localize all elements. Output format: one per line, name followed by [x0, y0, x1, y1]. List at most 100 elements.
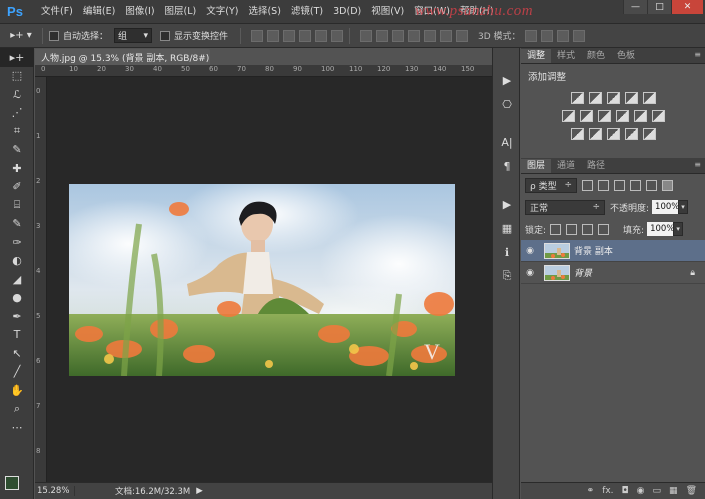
brightness-icon[interactable] — [570, 92, 584, 104]
tab-swatches[interactable]: 色板 — [611, 49, 641, 63]
path-select-tool-icon[interactable]: ↖ — [0, 344, 34, 363]
new-group-icon[interactable]: ▭ — [653, 486, 662, 496]
lasso-tool-icon[interactable]: ℒ — [0, 85, 34, 104]
menu-select[interactable]: 选择(S) — [243, 0, 285, 24]
black-white-icon[interactable] — [597, 110, 611, 122]
eye-icon[interactable]: ◉ — [521, 268, 539, 278]
type-filter-icon[interactable] — [614, 179, 625, 191]
tool-preset-picker[interactable]: ▸+ ▾ — [6, 27, 36, 45]
menu-filter[interactable]: 滤镜(T) — [286, 0, 328, 24]
history-icon[interactable]: ▶ — [493, 68, 521, 92]
actions-icon[interactable]: ▶ — [493, 192, 521, 216]
maximize-button[interactable]: □ — [647, 0, 671, 14]
align-bottom-icon[interactable] — [283, 29, 296, 42]
rotate-3d-icon[interactable] — [524, 29, 537, 42]
healing-brush-tool-icon[interactable]: ✚ — [0, 159, 34, 178]
shape-filter-icon[interactable] — [630, 179, 641, 191]
layer-kind-filter[interactable]: ρ 类型 ÷ — [525, 177, 577, 193]
blur-tool-icon[interactable]: ◢ — [0, 270, 34, 289]
pixel-filter-icon[interactable] — [582, 179, 593, 191]
line-tool-icon[interactable]: ╱ — [0, 363, 34, 382]
eye-icon[interactable]: ◉ — [521, 246, 539, 256]
menu-3d[interactable]: 3D(D) — [328, 0, 366, 24]
type-tool-icon[interactable]: T — [0, 326, 34, 345]
marquee-tool-icon[interactable]: ⬚ — [0, 67, 34, 86]
info-icon[interactable]: ℹ — [493, 240, 521, 264]
more-tools-icon[interactable]: ⋯ — [0, 418, 34, 437]
vibrance-icon[interactable] — [642, 92, 656, 104]
zoom-tool-icon[interactable]: ⌕ — [0, 400, 34, 419]
distribute-left-icon[interactable] — [408, 29, 421, 42]
lock-position-icon[interactable] — [582, 223, 594, 235]
vertical-ruler[interactable]: 0 1 2 3 4 5 6 7 8 — [35, 77, 47, 482]
panel-menu-icon[interactable]: ≡ — [694, 160, 701, 169]
align-center-icon[interactable] — [315, 29, 328, 42]
menu-image[interactable]: 图像(I) — [120, 0, 159, 24]
selective-color-icon[interactable] — [624, 128, 638, 140]
delete-layer-icon[interactable]: 🗑 — [686, 486, 697, 496]
auto-select-checkbox[interactable] — [49, 30, 59, 41]
show-transform-checkbox[interactable] — [160, 30, 171, 41]
align-left-icon[interactable] — [299, 29, 312, 42]
align-top-icon[interactable] — [251, 29, 264, 42]
auto-align-icon[interactable] — [456, 29, 469, 42]
lock-image-icon[interactable] — [566, 223, 578, 235]
zoom-level[interactable]: 15.28% — [35, 486, 75, 496]
hue-saturation-icon[interactable] — [561, 110, 575, 122]
crop-tool-icon[interactable]: ⌗ — [0, 122, 34, 141]
tab-color[interactable]: 颜色 — [581, 49, 611, 63]
quick-select-tool-icon[interactable]: ⋰ — [0, 104, 34, 123]
curves-icon[interactable] — [606, 92, 620, 104]
document-tab[interactable]: 人物.jpg @ 15.3% (背景 副本, RGB/8#) * × — [35, 49, 210, 65]
menu-view[interactable]: 视图(V) — [366, 0, 409, 24]
3d-icon[interactable]: ⎔ — [493, 92, 521, 116]
align-right-icon[interactable] — [331, 29, 344, 42]
distribute-right-icon[interactable] — [440, 29, 453, 42]
status-menu-icon[interactable]: ▶ — [196, 486, 203, 496]
layer-name[interactable]: 背景 — [574, 266, 592, 279]
new-adjustment-layer-icon[interactable]: ◉ — [637, 486, 645, 496]
eyedropper-tool-icon[interactable]: ✎ — [0, 141, 34, 160]
opacity-input[interactable]: 100% — [652, 200, 679, 214]
layer-name[interactable]: 背景 副本 — [574, 244, 613, 257]
gradient-tool-icon[interactable]: ◐ — [0, 252, 34, 271]
character-icon[interactable]: A| — [493, 130, 521, 154]
document-info[interactable]: 文档:16.2M/32.3M — [75, 485, 190, 497]
posterize-icon[interactable] — [588, 128, 602, 140]
brush-tool-icon[interactable]: ✐ — [0, 178, 34, 197]
hand-tool-icon[interactable]: ✋ — [0, 381, 34, 400]
link-layers-icon[interactable]: ⚭ — [587, 486, 595, 496]
dodge-tool-icon[interactable]: ● — [0, 289, 34, 308]
close-button[interactable]: ✕ — [671, 0, 703, 14]
tab-layers[interactable]: 图层 — [521, 159, 552, 173]
minimize-button[interactable]: — — [623, 0, 647, 14]
tab-adjustments[interactable]: 调整 — [521, 49, 552, 63]
add-mask-icon[interactable]: ◘ — [622, 486, 629, 496]
lock-transparent-icon[interactable] — [550, 223, 562, 235]
layer-row[interactable]: ◉ 背景 副本 — [521, 240, 705, 262]
distribute-top-icon[interactable] — [360, 29, 373, 42]
distribute-center-icon[interactable] — [424, 29, 437, 42]
paragraph-icon[interactable]: ¶ — [493, 154, 521, 178]
panel-menu-icon[interactable]: ≡ — [694, 50, 701, 59]
fill-input[interactable]: 100% — [647, 222, 674, 236]
slide-3d-icon[interactable] — [572, 29, 585, 42]
eraser-tool-icon[interactable]: ✑ — [0, 233, 34, 252]
new-layer-icon[interactable]: ▦ — [669, 486, 678, 496]
foreground-color-swatch[interactable] — [5, 476, 19, 490]
gradient-map-icon[interactable] — [642, 128, 656, 140]
adjustment-filter-icon[interactable] — [598, 179, 609, 191]
menu-layer[interactable]: 图层(L) — [160, 0, 202, 24]
lock-all-icon[interactable] — [598, 223, 610, 235]
layer-row[interactable]: ◉ 背景 🔒︎ — [521, 262, 705, 284]
menu-file[interactable]: 文件(F) — [36, 0, 78, 24]
exposure-icon[interactable] — [624, 92, 638, 104]
smart-object-filter-icon[interactable] — [646, 179, 657, 191]
properties-icon[interactable]: ⎘ — [493, 264, 521, 288]
image-canvas[interactable]: V — [69, 184, 455, 376]
invert-icon[interactable] — [570, 128, 584, 140]
distribute-bottom-icon[interactable] — [392, 29, 405, 42]
roll-3d-icon[interactable] — [540, 29, 553, 42]
layer-style-icon[interactable]: fx. — [602, 486, 613, 496]
horizontal-ruler[interactable]: 0 10 20 30 40 50 60 70 80 90 100 110 120… — [35, 65, 492, 77]
